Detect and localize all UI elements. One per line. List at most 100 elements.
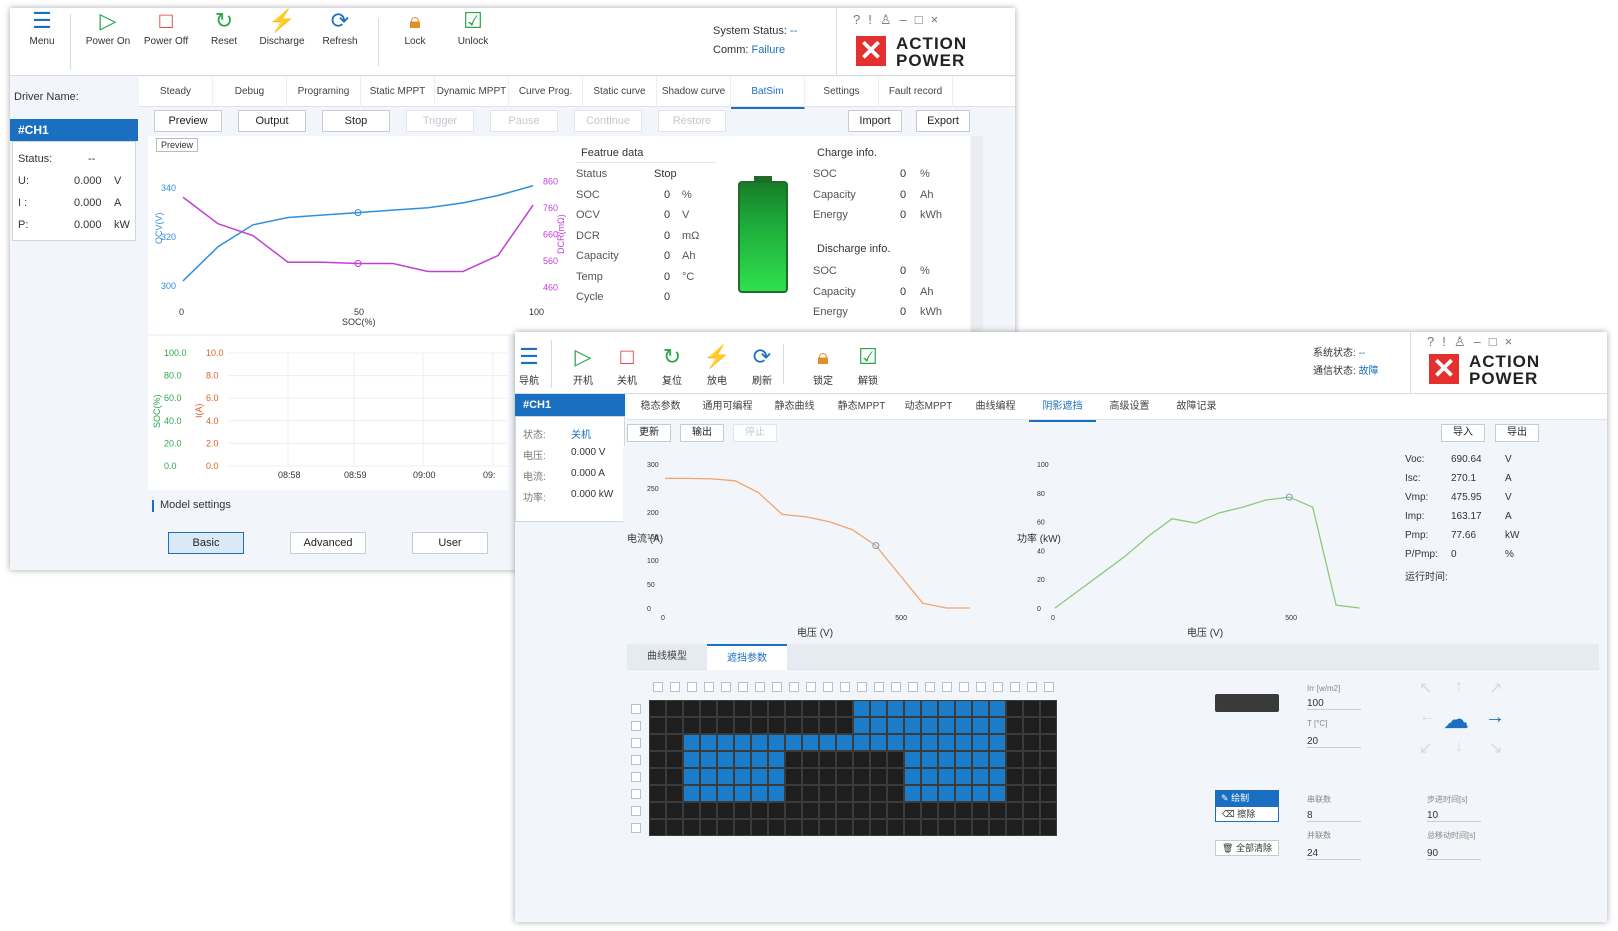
shade-cell[interactable] — [904, 751, 921, 768]
column-checkbox[interactable] — [806, 682, 816, 692]
column-checkbox[interactable] — [653, 682, 663, 692]
shade-cell[interactable] — [649, 802, 666, 819]
shade-cell[interactable] — [1023, 819, 1040, 836]
shade-cell[interactable] — [751, 802, 768, 819]
export-button[interactable]: Export — [916, 110, 970, 132]
shade-cell[interactable] — [700, 734, 717, 751]
shade-cell[interactable] — [683, 819, 700, 836]
shade-cell[interactable] — [972, 819, 989, 836]
continue-button[interactable]: Continue — [574, 110, 642, 132]
tab-steady[interactable]: Steady — [139, 77, 213, 107]
shade-cell[interactable] — [683, 768, 700, 785]
shade-cell[interactable] — [989, 717, 1006, 734]
shade-cell[interactable] — [887, 751, 904, 768]
shade-cell[interactable] — [734, 700, 751, 717]
shade-cell[interactable] — [683, 700, 700, 717]
shade-cell[interactable] — [649, 785, 666, 802]
tab-programing[interactable]: Programing — [287, 77, 361, 107]
shade-cell[interactable] — [836, 802, 853, 819]
lock-button[interactable]: 🔒︎ Lock — [383, 8, 447, 47]
column-checkbox[interactable] — [772, 682, 782, 692]
shade-cell[interactable] — [666, 700, 683, 717]
shade-cell[interactable] — [802, 768, 819, 785]
column-checkbox[interactable] — [942, 682, 952, 692]
shade-cell[interactable] — [938, 751, 955, 768]
shade-cell[interactable] — [700, 717, 717, 734]
shade-cell[interactable] — [751, 700, 768, 717]
shade-cell[interactable] — [717, 802, 734, 819]
column-checkbox[interactable] — [959, 682, 969, 692]
tab-cn-7[interactable]: 高级设置 — [1096, 394, 1163, 420]
shade-cell[interactable] — [870, 785, 887, 802]
shade-cell[interactable] — [938, 785, 955, 802]
shade-cell[interactable] — [904, 802, 921, 819]
column-checkbox[interactable] — [874, 682, 884, 692]
power-on-button[interactable]: ▷ Power On — [76, 8, 140, 47]
total-time-input[interactable]: 90 — [1427, 848, 1481, 860]
shade-cell[interactable] — [938, 802, 955, 819]
shade-cell[interactable] — [717, 700, 734, 717]
shade-cell[interactable] — [819, 717, 836, 734]
shade-cell[interactable] — [836, 819, 853, 836]
column-checkbox[interactable] — [1027, 682, 1037, 692]
shade-cell[interactable] — [853, 768, 870, 785]
shade-cell[interactable] — [717, 734, 734, 751]
shade-cell[interactable] — [768, 768, 785, 785]
shade-cell[interactable] — [717, 717, 734, 734]
column-checkbox[interactable] — [908, 682, 918, 692]
shade-cell[interactable] — [1023, 700, 1040, 717]
shade-cell[interactable] — [989, 819, 1006, 836]
refresh-button[interactable]: ⟳ Refresh — [308, 8, 372, 47]
refresh-button-cn[interactable]: ⟳ 刷新 — [730, 344, 794, 387]
shade-cell[interactable] — [921, 751, 938, 768]
shade-cell[interactable] — [785, 802, 802, 819]
output-button-cn[interactable]: 输出 — [680, 424, 724, 442]
shade-cell[interactable] — [1006, 751, 1023, 768]
shade-cell[interactable] — [1040, 734, 1057, 751]
shade-grid[interactable] — [649, 700, 1057, 836]
shade-cell[interactable] — [768, 751, 785, 768]
minimize-icon[interactable]: – — [900, 12, 915, 27]
arrow-down-icon[interactable]: ↓ — [1455, 738, 1463, 756]
shade-cell[interactable] — [938, 819, 955, 836]
shade-cell[interactable] — [683, 785, 700, 802]
row-checkbox[interactable] — [631, 738, 641, 748]
shade-cell[interactable] — [921, 700, 938, 717]
shade-cell[interactable] — [700, 768, 717, 785]
shade-cell[interactable] — [989, 734, 1006, 751]
shade-cell[interactable] — [1040, 802, 1057, 819]
shade-cell[interactable] — [666, 785, 683, 802]
shade-cell[interactable] — [853, 819, 870, 836]
shade-cell[interactable] — [768, 802, 785, 819]
row-checkbox[interactable] — [631, 721, 641, 731]
tab-cn-0[interactable]: 稳态参数 — [627, 394, 694, 420]
tab-settings[interactable]: Settings — [805, 77, 879, 107]
shade-cell[interactable] — [989, 802, 1006, 819]
shade-cell[interactable] — [666, 819, 683, 836]
shade-cell[interactable] — [887, 734, 904, 751]
shade-cell[interactable] — [785, 700, 802, 717]
shade-cell[interactable] — [921, 802, 938, 819]
shade-cell[interactable] — [887, 819, 904, 836]
shade-cell[interactable] — [1006, 819, 1023, 836]
shade-cell[interactable] — [938, 700, 955, 717]
shade-cell[interactable] — [989, 700, 1006, 717]
channel-header[interactable]: #CH1 — [10, 119, 138, 141]
export-button-cn[interactable]: 导出 — [1495, 424, 1539, 442]
discharge-button[interactable]: ⚡ Discharge — [250, 8, 314, 47]
shade-cell[interactable] — [870, 819, 887, 836]
shade-cell[interactable] — [972, 717, 989, 734]
close-icon[interactable]: × — [1505, 334, 1521, 349]
shade-cell[interactable] — [802, 802, 819, 819]
shade-cell[interactable] — [870, 734, 887, 751]
shade-cell[interactable] — [1023, 785, 1040, 802]
row-checkbox[interactable] — [631, 755, 641, 765]
shade-cell[interactable] — [785, 734, 802, 751]
shade-cell[interactable] — [734, 717, 751, 734]
shade-cell[interactable] — [1040, 768, 1057, 785]
shade-cell[interactable] — [921, 819, 938, 836]
shade-cell[interactable] — [989, 785, 1006, 802]
shade-cell[interactable] — [700, 700, 717, 717]
shade-cell[interactable] — [683, 734, 700, 751]
shade-cell[interactable] — [972, 734, 989, 751]
